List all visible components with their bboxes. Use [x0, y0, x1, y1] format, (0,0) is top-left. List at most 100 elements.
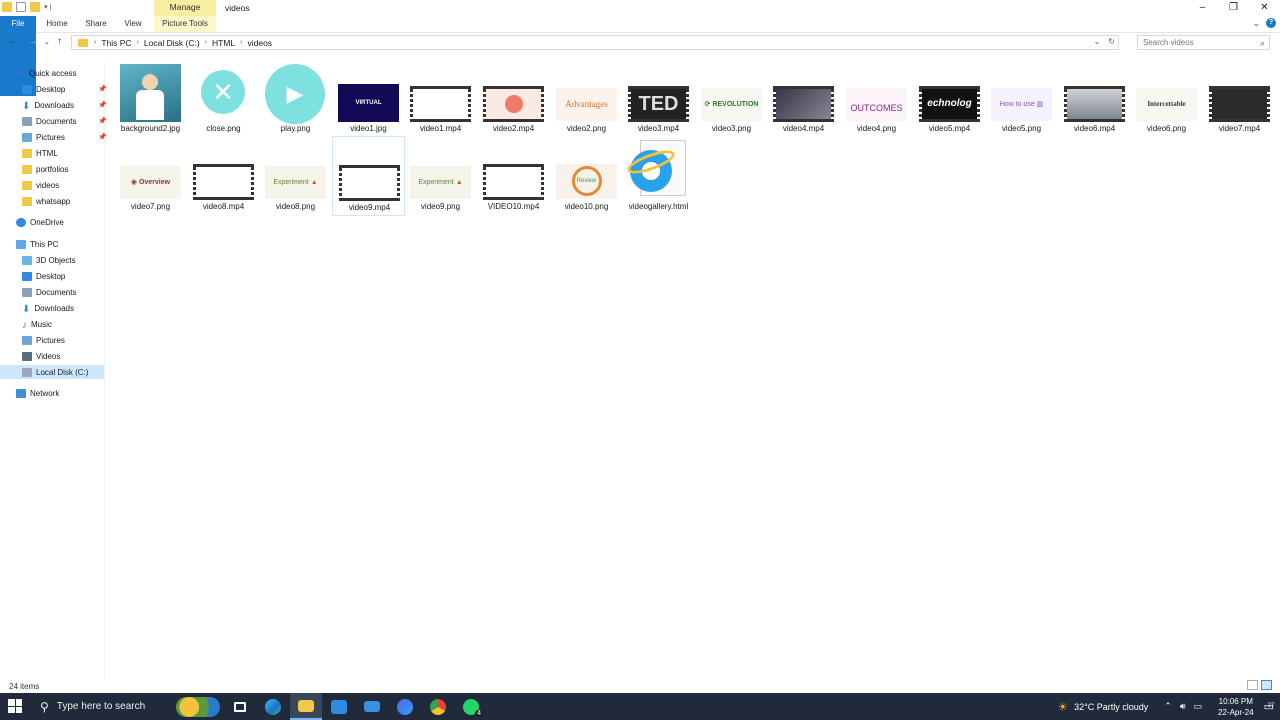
nav-pc-downloads[interactable]: ⬇ Downloads	[22, 301, 74, 315]
file-item[interactable]: Intercettable video6.png	[1130, 58, 1203, 138]
file-item[interactable]: video9.mp4	[332, 136, 405, 216]
network-tray-icon[interactable]: ▭	[1194, 701, 1203, 712]
mail-icon[interactable]	[356, 693, 388, 720]
file-item[interactable]: ✕ close.png	[187, 58, 260, 138]
nav-pc-local-disk[interactable]: Local Disk (C:)	[0, 365, 104, 379]
nav-quick-documents[interactable]: Documents 📌	[22, 114, 107, 128]
store-icon[interactable]	[323, 693, 355, 720]
taskbar-search[interactable]: ⚲ Type here to search	[32, 693, 172, 720]
file-item[interactable]: How to use ▥ video5.png	[985, 58, 1058, 138]
file-item[interactable]: background2.jpg	[114, 58, 187, 138]
notification-icon[interactable]: ▭ 27	[1264, 700, 1275, 713]
file-item[interactable]: video8.mp4	[187, 136, 260, 216]
nav-quick-whatsapp[interactable]: whatsapp	[22, 194, 70, 208]
nav-quick-html[interactable]: HTML	[22, 146, 58, 160]
address-dropdown-icon[interactable]: ⌄	[1094, 37, 1101, 46]
nav-pc-music[interactable]: ♪ Music	[22, 317, 52, 331]
file-item[interactable]: Review video10.png	[550, 136, 623, 216]
back-icon[interactable]: ←	[8, 36, 18, 47]
file-item[interactable]: video6.mp4	[1058, 58, 1131, 138]
internet-explorer-icon	[624, 140, 686, 200]
chrome-icon[interactable]	[422, 693, 454, 720]
file-item[interactable]: video4.mp4	[767, 58, 840, 138]
nav-pc-videos[interactable]: Videos	[22, 349, 60, 363]
manage-tab[interactable]: Manage	[154, 0, 216, 16]
nav-pc-3d-objects[interactable]: 3D Objects	[22, 253, 76, 267]
edge-icon[interactable]	[257, 693, 289, 720]
nav-quick-downloads[interactable]: ⬇ Downloads 📌	[22, 98, 107, 112]
weather-widget-icon[interactable]	[176, 697, 220, 717]
file-item[interactable]: video1.mp4	[404, 58, 477, 138]
file-item[interactable]: video2.mp4	[477, 58, 550, 138]
photos-icon[interactable]	[389, 693, 421, 720]
address-bar[interactable]: › This PC › Local Disk (C:) › HTML › vid…	[71, 35, 1119, 50]
breadcrumb-local-disk[interactable]: Local Disk (C:)	[144, 38, 200, 48]
large-icons-view-icon[interactable]	[1261, 680, 1272, 690]
tab-share[interactable]: Share	[83, 16, 109, 32]
desktop-icon	[22, 271, 32, 281]
close-button[interactable]: ✕	[1249, 0, 1280, 16]
nav-label: whatsapp	[36, 196, 71, 206]
new-folder-icon[interactable]	[30, 2, 40, 12]
customize-toolbar-icon[interactable]: ▾ |	[44, 3, 51, 11]
notification-count: 27	[1267, 703, 1275, 709]
forward-icon[interactable]: →	[28, 36, 38, 47]
nav-label: portfolios	[36, 164, 69, 174]
file-explorer-icon[interactable]	[290, 693, 322, 720]
video-thumbnail-icon: echnolog	[919, 86, 980, 122]
tab-view[interactable]: View	[120, 16, 146, 32]
file-item[interactable]: TED video3.mp4	[622, 58, 695, 138]
expand-ribbon-icon[interactable]: ⌄	[1252, 18, 1260, 29]
start-button[interactable]	[8, 699, 22, 713]
refresh-icon[interactable]: ↻	[1108, 37, 1115, 46]
whatsapp-icon[interactable]: 4	[455, 693, 487, 720]
task-view-icon[interactable]	[224, 693, 256, 720]
nav-pc-desktop[interactable]: Desktop	[22, 269, 65, 283]
search-input[interactable]: Search videos ⌕	[1137, 35, 1270, 50]
nav-quick-videos[interactable]: videos	[22, 178, 59, 192]
show-hidden-icons-icon[interactable]: ⌃	[1164, 701, 1172, 712]
network-icon	[16, 388, 26, 398]
up-icon[interactable]: ↑	[57, 36, 62, 47]
nav-network[interactable]: Network	[16, 386, 59, 400]
nav-pc-pictures[interactable]: Pictures	[22, 333, 65, 347]
clock[interactable]: 10:06 PM 22-Apr-24	[1218, 696, 1254, 718]
file-item[interactable]: VIRTUAL video1.jpg	[332, 58, 405, 138]
file-item[interactable]: Experiment ▲ video8.png	[259, 136, 332, 216]
recent-locations-icon[interactable]: ⌄	[44, 38, 50, 46]
nav-quick-access[interactable]: ★ Quick access	[16, 66, 77, 80]
restore-button[interactable]: ❐	[1218, 0, 1249, 16]
file-item[interactable]: echnolog video5.mp4	[913, 58, 986, 138]
help-icon[interactable]: ?	[1266, 18, 1276, 28]
tab-picture-tools[interactable]: Picture Tools	[154, 16, 216, 32]
file-item[interactable]: Advantages video2.png	[550, 58, 623, 138]
nav-quick-desktop[interactable]: Desktop 📌	[22, 82, 107, 96]
nav-quick-pictures[interactable]: Pictures 📌	[22, 130, 107, 144]
weather-text[interactable]: 32°C Partly cloudy	[1074, 702, 1148, 712]
nav-quick-portfolios[interactable]: portfolios	[22, 162, 68, 176]
minimize-button[interactable]: –	[1187, 0, 1218, 16]
details-view-icon[interactable]	[1247, 680, 1258, 690]
nav-this-pc[interactable]: This PC	[16, 237, 58, 251]
music-icon: ♪	[22, 319, 27, 331]
file-item[interactable]: video7.mp4	[1203, 58, 1276, 138]
nav-pc-documents[interactable]: Documents	[22, 285, 76, 299]
file-item[interactable]: VIDEO10.mp4	[477, 136, 550, 216]
tab-home[interactable]: Home	[44, 16, 70, 32]
breadcrumb-this-pc[interactable]: This PC	[101, 38, 131, 48]
play-icon: ▶	[265, 64, 326, 124]
file-item[interactable]: ◉ Overview video7.png	[114, 136, 187, 216]
volume-icon[interactable]: 🔊︎	[1180, 701, 1186, 712]
file-name: background2.jpg	[120, 124, 181, 133]
breadcrumb-videos[interactable]: videos	[247, 38, 272, 48]
file-item[interactable]: ⟳ REVOLUTION video3.png	[695, 58, 768, 138]
weather-icon[interactable]: ☀	[1057, 700, 1068, 714]
breadcrumb-html[interactable]: HTML	[212, 38, 235, 48]
nav-label: Local Disk (C:)	[36, 367, 89, 377]
file-item[interactable]: ▶ play.png	[259, 58, 332, 138]
properties-icon[interactable]	[16, 2, 26, 12]
nav-onedrive[interactable]: OneDrive	[16, 215, 64, 229]
file-item[interactable]: videogallery.html	[622, 136, 695, 216]
file-item[interactable]: OUTCOMES video4.png	[840, 58, 913, 138]
file-item[interactable]: Experiment ▲ video9.png	[404, 136, 477, 216]
